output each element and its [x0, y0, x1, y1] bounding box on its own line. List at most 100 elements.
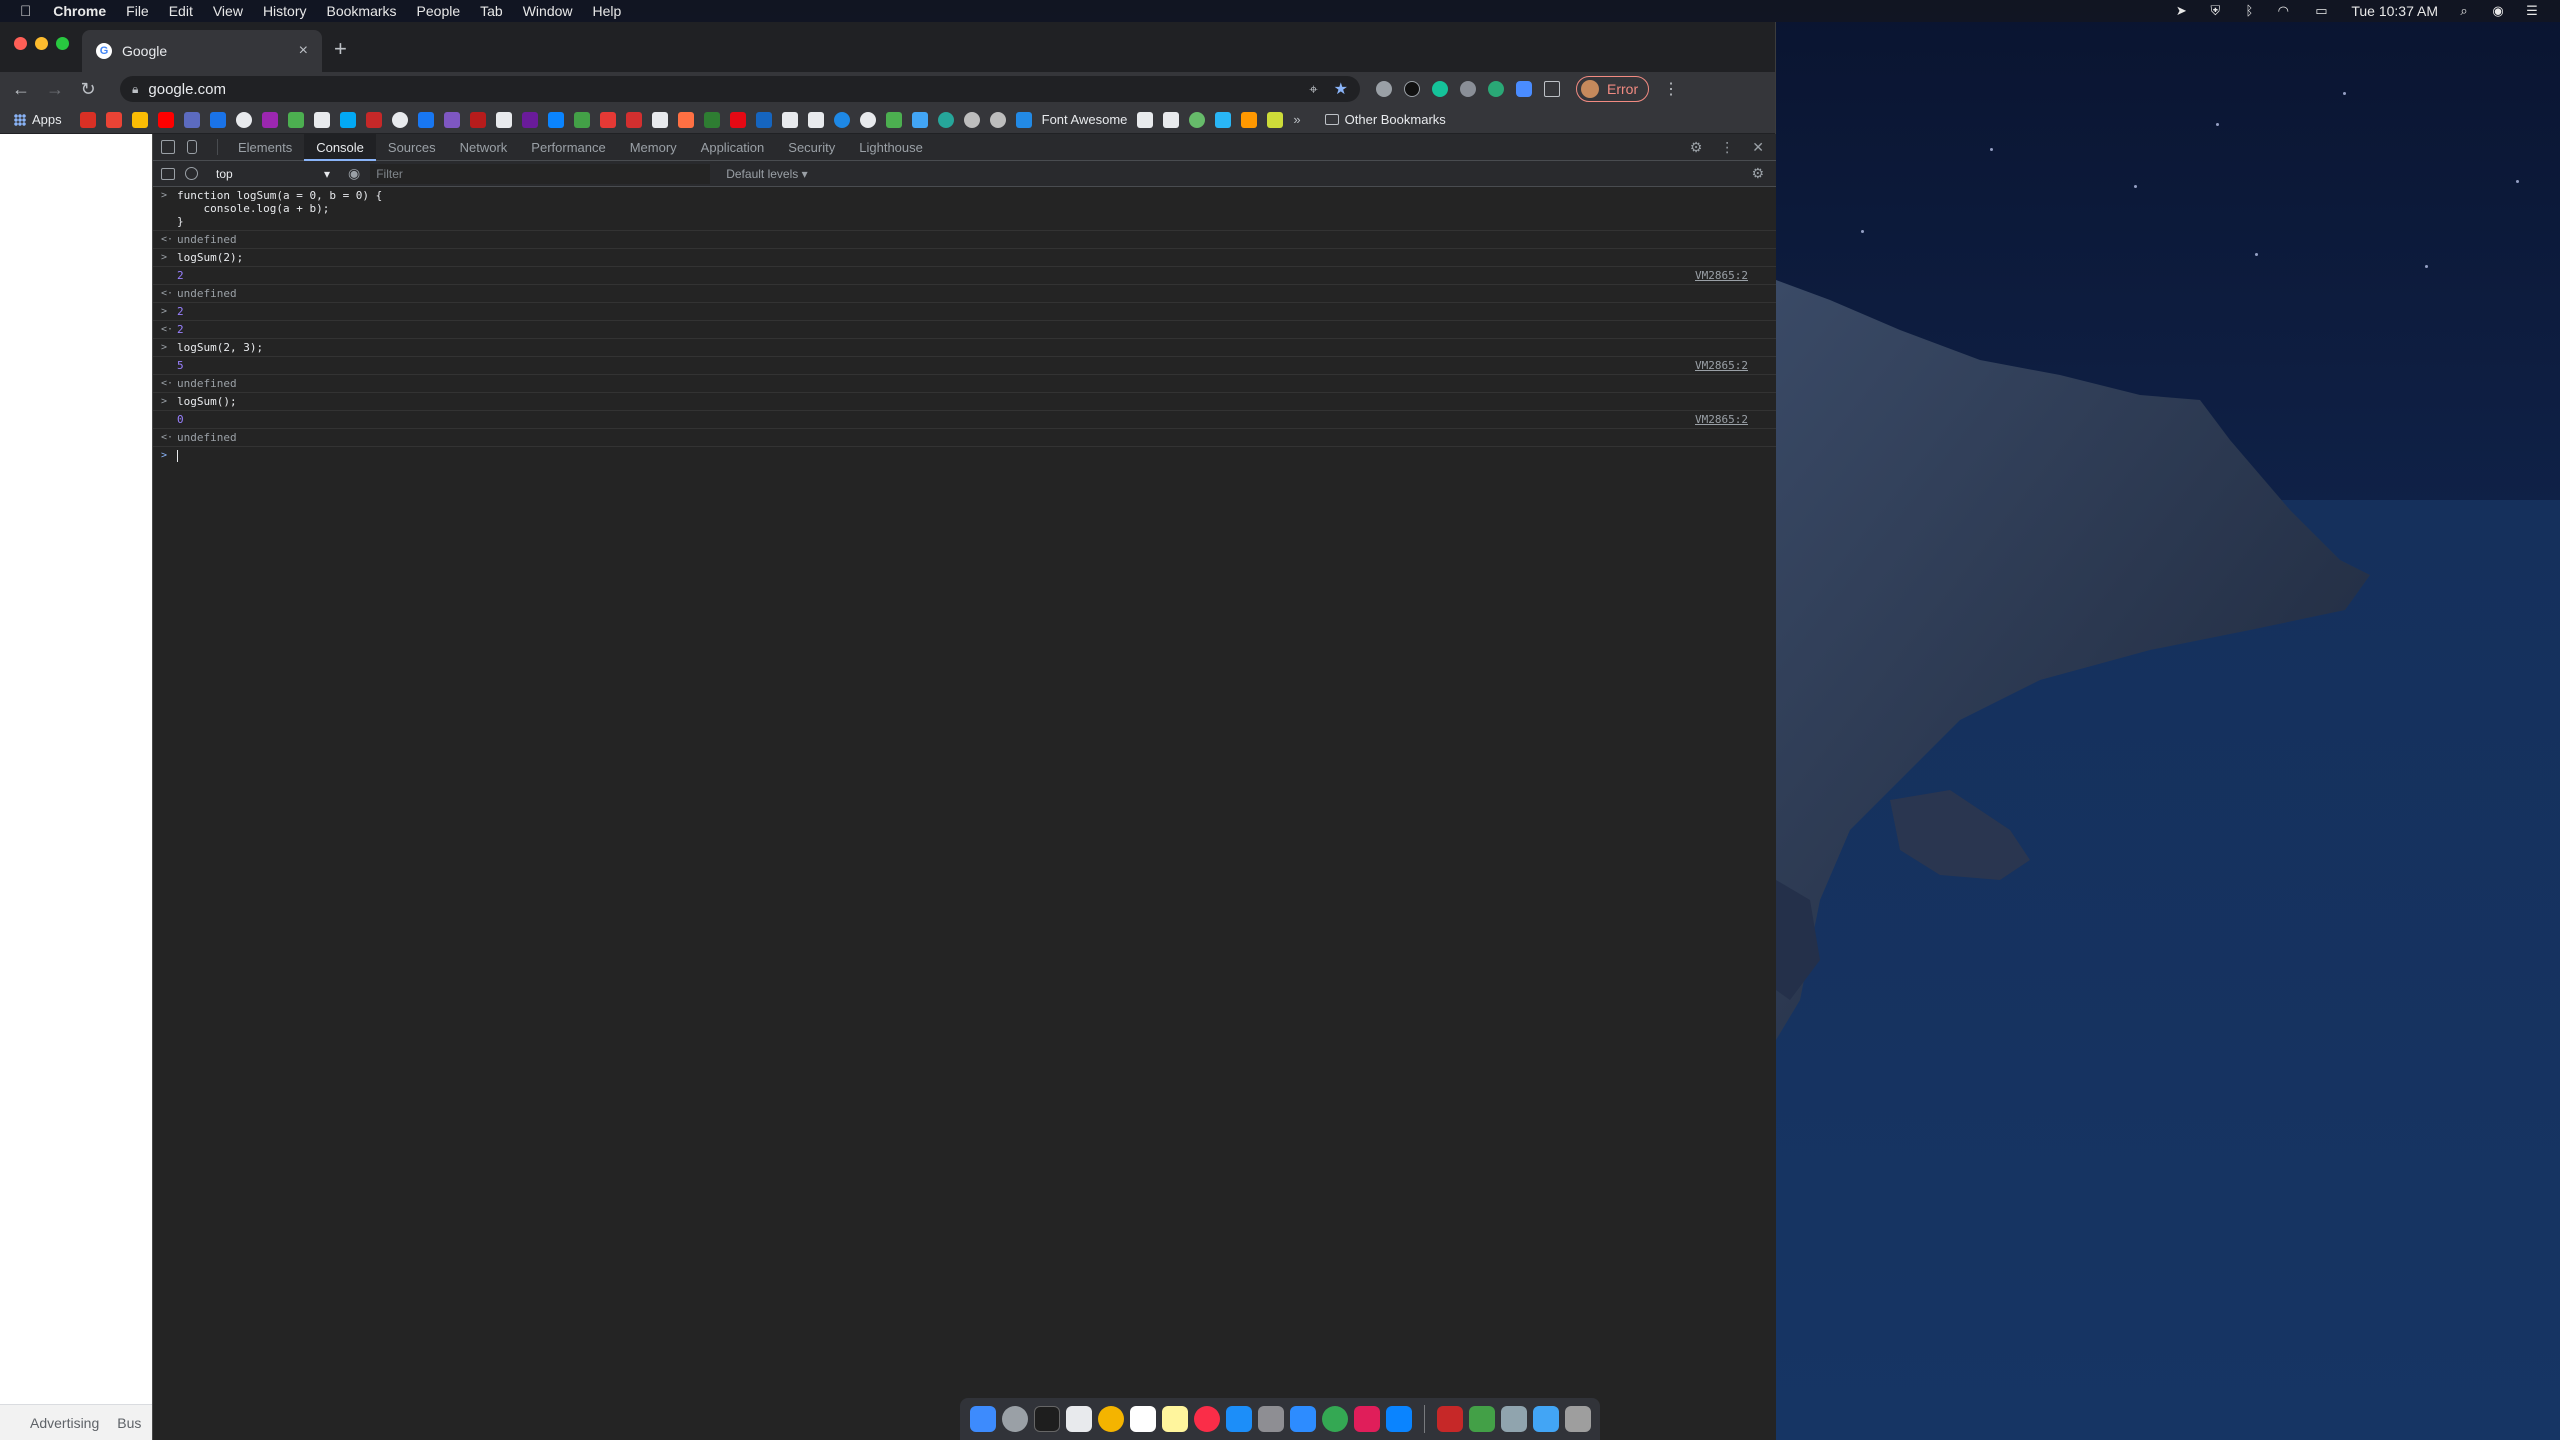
- terminal-icon[interactable]: [1033, 1406, 1060, 1432]
- grammarly-extension-icon[interactable]: [1432, 81, 1448, 97]
- notification-center-icon[interactable]: ☰: [2524, 4, 2540, 18]
- inspect-element-icon[interactable]: [161, 140, 175, 154]
- bookmark-icon[interactable]: [755, 111, 772, 128]
- bookmark-icon[interactable]: [183, 111, 200, 128]
- bookmark-star-icon[interactable]: ★: [1334, 79, 1348, 99]
- github-bookmark-icon[interactable]: [391, 111, 408, 128]
- console-input-text[interactable]: function logSum(a = 0, b = 0) { console.…: [177, 189, 382, 228]
- bookmark-icon[interactable]: [911, 111, 928, 128]
- tab-security[interactable]: Security: [776, 134, 847, 161]
- bookmark-icon[interactable]: [443, 111, 460, 128]
- settings-gear-icon[interactable]: ⚙: [1690, 139, 1703, 156]
- menu-file[interactable]: File: [126, 3, 149, 19]
- vscode-bookmark-icon[interactable]: [547, 111, 564, 128]
- medium-bookmark-icon[interactable]: [807, 111, 824, 128]
- siri-icon[interactable]: ◉: [2490, 4, 2506, 18]
- bookmark-icon[interactable]: [521, 111, 538, 128]
- screenshot-extension-icon[interactable]: [1376, 81, 1392, 97]
- font-awesome-bookmark[interactable]: Font Awesome: [1042, 112, 1128, 127]
- menu-bookmarks[interactable]: Bookmarks: [327, 3, 397, 19]
- youtube-bookmark-icon[interactable]: [157, 111, 174, 128]
- app-store-icon[interactable]: [1225, 1406, 1252, 1432]
- console-prompt[interactable]: >: [153, 447, 1776, 464]
- screenshot-app-icon[interactable]: [1500, 1406, 1527, 1432]
- bookmark-icon[interactable]: [989, 111, 1006, 128]
- app-menu[interactable]: Chrome: [53, 3, 106, 19]
- tab-console[interactable]: Console: [304, 133, 376, 161]
- apple-menu-icon[interactable]: : [20, 3, 31, 20]
- bookmark-icon[interactable]: [781, 111, 798, 128]
- calendar-icon[interactable]: [1129, 1406, 1156, 1432]
- location-icon[interactable]: ➤: [2173, 4, 2189, 18]
- chrome-menu-icon[interactable]: ⋮: [1663, 79, 1679, 99]
- tab-performance[interactable]: Performance: [519, 134, 617, 161]
- tab-application[interactable]: Application: [689, 134, 777, 161]
- wifi-icon[interactable]: ◠: [2275, 4, 2291, 18]
- bookmark-icon[interactable]: [885, 111, 902, 128]
- bookmark-icon[interactable]: [469, 111, 486, 128]
- menu-history[interactable]: History: [263, 3, 307, 19]
- medium-bookmark-icon[interactable]: [651, 111, 668, 128]
- battery-icon[interactable]: ▭: [2309, 4, 2333, 18]
- devtools-menu-icon[interactable]: ⋮: [1720, 139, 1734, 156]
- menubar-clock[interactable]: Tue 10:37 AM: [2351, 3, 2438, 19]
- font-awesome-bookmark-icon[interactable]: [1015, 111, 1032, 128]
- menu-tab[interactable]: Tab: [480, 3, 503, 19]
- bookmark-icon[interactable]: [573, 111, 590, 128]
- tab-memory[interactable]: Memory: [618, 134, 689, 161]
- bookmark-icon[interactable]: [599, 111, 616, 128]
- bookmark-icon[interactable]: [677, 111, 694, 128]
- clear-console-icon[interactable]: [185, 167, 198, 180]
- lock-icon[interactable]: 🔒︎: [132, 82, 138, 97]
- privacy-extension-icon[interactable]: [1404, 81, 1420, 97]
- url-text[interactable]: google.com: [148, 81, 226, 98]
- profile-button[interactable]: Error: [1576, 76, 1650, 102]
- context-selector[interactable]: top ▾: [208, 167, 338, 181]
- reading-list-icon[interactable]: [1544, 81, 1560, 97]
- bookmark-icon[interactable]: [261, 111, 278, 128]
- facetime-icon[interactable]: [1468, 1406, 1495, 1432]
- vscode-app-icon[interactable]: [1385, 1406, 1412, 1432]
- finder-icon[interactable]: [969, 1406, 996, 1432]
- source-link[interactable]: VM2865:2: [1695, 413, 1748, 426]
- bookmark-icon[interactable]: [625, 111, 642, 128]
- bookmark-icon[interactable]: [703, 111, 720, 128]
- bookmark-icon[interactable]: [131, 111, 148, 128]
- bookmark-icon[interactable]: [339, 111, 356, 128]
- footer-link-business[interactable]: Bus: [117, 1415, 141, 1431]
- bluetooth-icon[interactable]: ᛒ: [2241, 4, 2257, 18]
- console-settings-gear-icon[interactable]: ⚙: [1751, 165, 1764, 182]
- bookmark-icon[interactable]: [235, 111, 252, 128]
- address-bar[interactable]: 🔒︎ google.com ⌖ ★: [120, 76, 1360, 102]
- bookmark-icon[interactable]: [833, 111, 850, 128]
- bookmark-icon[interactable]: [313, 111, 330, 128]
- music-icon[interactable]: [1193, 1406, 1220, 1432]
- bookmarks-overflow-icon[interactable]: »: [1293, 112, 1300, 127]
- tab-network[interactable]: Network: [448, 134, 520, 161]
- bookmark-icon[interactable]: [365, 111, 382, 128]
- bookmark-icon[interactable]: [79, 111, 96, 128]
- bookmark-icon[interactable]: [1137, 111, 1154, 128]
- color-picker-extension-icon[interactable]: [1460, 81, 1476, 97]
- bookmark-icon[interactable]: [287, 111, 304, 128]
- spotlight-search-icon[interactable]: ⌕: [2456, 4, 2472, 18]
- launchpad-icon[interactable]: [1001, 1406, 1028, 1432]
- reload-button[interactable]: ↻: [80, 79, 96, 100]
- shield-icon[interactable]: ⛨: [2207, 4, 2223, 18]
- bookmark-icon[interactable]: [1163, 111, 1180, 128]
- menu-window[interactable]: Window: [523, 3, 573, 19]
- close-tab-icon[interactable]: ×: [299, 42, 308, 60]
- apps-shortcut[interactable]: Apps: [14, 112, 62, 127]
- source-link[interactable]: VM2865:2: [1695, 269, 1748, 282]
- location-target-icon[interactable]: ⌖: [1309, 81, 1317, 98]
- zoom-window-button[interactable]: [56, 37, 69, 50]
- forward-button[interactable]: →: [46, 79, 64, 100]
- bookmark-icon[interactable]: [963, 111, 980, 128]
- new-tab-button[interactable]: +: [334, 36, 347, 62]
- log-levels-dropdown[interactable]: Default levels ▾: [726, 167, 807, 181]
- bookmark-icon[interactable]: [1215, 111, 1232, 128]
- console-input-text[interactable]: 2: [177, 305, 184, 318]
- bookmark-icon[interactable]: [209, 111, 226, 128]
- close-window-button[interactable]: [14, 37, 27, 50]
- live-expression-eye-icon[interactable]: ◉: [348, 165, 360, 182]
